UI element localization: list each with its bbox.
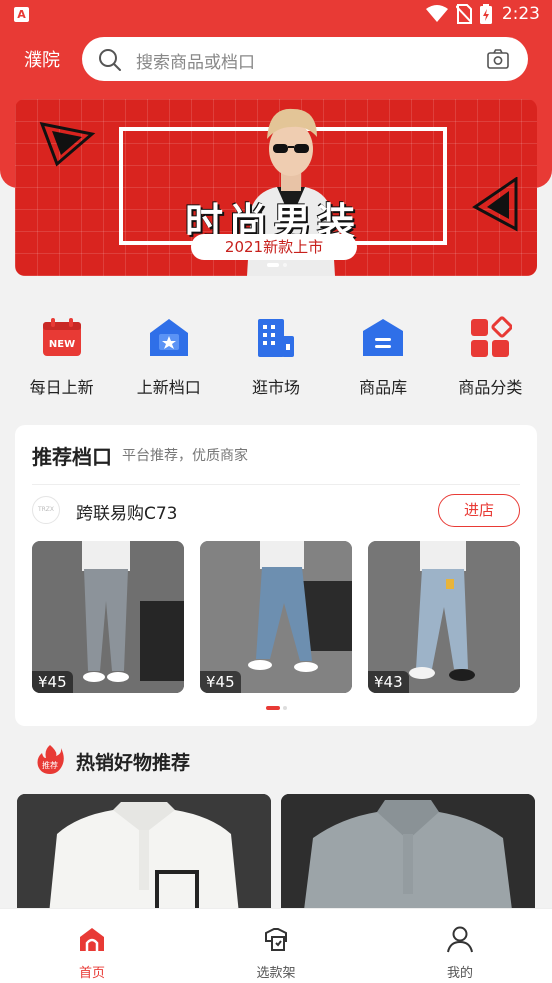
product-price: ¥43 xyxy=(368,671,409,693)
no-sim-icon xyxy=(455,4,472,24)
building-icon xyxy=(257,319,294,357)
home-icon xyxy=(80,928,104,951)
carousel-dot-active xyxy=(266,706,280,710)
category-grid-icon xyxy=(471,316,513,357)
search-input[interactable]: 搜索商品或档口 xyxy=(82,37,528,81)
enter-shop-button[interactable]: 进店 xyxy=(438,494,520,527)
promo-banner[interactable]: 时尚男装 2021新款上市 xyxy=(15,99,537,276)
category-label: 上新档口 xyxy=(136,378,201,397)
nav-label: 选款架 xyxy=(256,966,296,981)
product-price: ¥45 xyxy=(32,671,73,693)
banner-subtitle: 2021新款上市 xyxy=(191,234,357,260)
store-star-icon xyxy=(149,319,188,356)
product-thumbnail[interactable]: ¥45 xyxy=(32,541,184,693)
svg-text:NEW: NEW xyxy=(48,339,74,350)
category-new-stalls[interactable]: 上新档口 xyxy=(119,312,219,397)
user-icon xyxy=(447,926,473,953)
product-carousel-pagination xyxy=(266,706,287,710)
shop-logo: TRZX xyxy=(32,496,60,524)
svg-text:推荐: 推荐 xyxy=(42,760,58,770)
category-product-library[interactable]: 商品库 xyxy=(333,312,433,397)
product-price: ¥45 xyxy=(200,671,241,693)
app-notification-icon: A xyxy=(14,7,29,22)
fire-recommend-icon: 推荐 xyxy=(37,745,64,774)
recommended-stalls-card: 推荐档口 平台推荐，优质商家 TRZX 跨联易购C73 进店 ¥45 ¥45 ¥… xyxy=(15,425,537,726)
banner-dot xyxy=(283,263,287,267)
nav-label: 首页 xyxy=(78,966,105,981)
nav-home[interactable]: 首页 xyxy=(0,909,184,983)
search-placeholder: 搜索商品或档口 xyxy=(136,53,255,73)
category-label: 商品分类 xyxy=(458,378,523,397)
product-thumbnail[interactable]: ¥45 xyxy=(200,541,352,693)
divider xyxy=(32,484,520,485)
location-selector[interactable]: 濮院 xyxy=(24,46,60,72)
hot-products-title: 热销好物推荐 xyxy=(76,752,191,774)
banner-dot-active xyxy=(267,263,279,267)
warehouse-icon xyxy=(363,319,404,356)
category-classification[interactable]: 商品分类 xyxy=(440,312,540,397)
section-subtitle: 平台推荐，优质商家 xyxy=(122,448,248,464)
battery-charging-icon xyxy=(479,4,492,24)
category-daily-new[interactable]: NEW 每日上新 xyxy=(12,312,112,397)
calendar-new-icon: NEW xyxy=(42,318,81,356)
status-bar: A 2:23 xyxy=(0,0,552,30)
carousel-dot xyxy=(283,706,287,710)
category-label: 逛市场 xyxy=(251,378,300,397)
banner-triangle-decoration-right xyxy=(472,177,518,232)
category-label: 每日上新 xyxy=(29,378,94,397)
product-thumbnail[interactable]: ¥43 xyxy=(368,541,520,693)
nav-style-rack[interactable]: 选款架 xyxy=(184,909,368,983)
nav-label: 我的 xyxy=(446,966,473,981)
banner-triangle-decoration xyxy=(39,121,96,167)
category-label: 商品库 xyxy=(359,378,408,397)
image-search-camera-icon[interactable] xyxy=(486,47,510,71)
category-shortcuts: NEW 每日上新 上新档口 逛市场 商品库 商品分类 xyxy=(0,312,552,397)
shop-name[interactable]: 跨联易购C73 xyxy=(76,499,178,524)
bottom-navigation: 首页 选款架 我的 xyxy=(0,908,552,983)
search-icon xyxy=(99,49,121,71)
shirt-hanger-icon xyxy=(265,928,287,951)
wifi-icon xyxy=(425,5,448,22)
section-title: 推荐档口 xyxy=(32,445,112,469)
category-market[interactable]: 逛市场 xyxy=(226,312,326,397)
status-time: 2:23 xyxy=(501,4,540,24)
banner-pagination xyxy=(267,263,287,267)
nav-profile[interactable]: 我的 xyxy=(368,909,552,983)
